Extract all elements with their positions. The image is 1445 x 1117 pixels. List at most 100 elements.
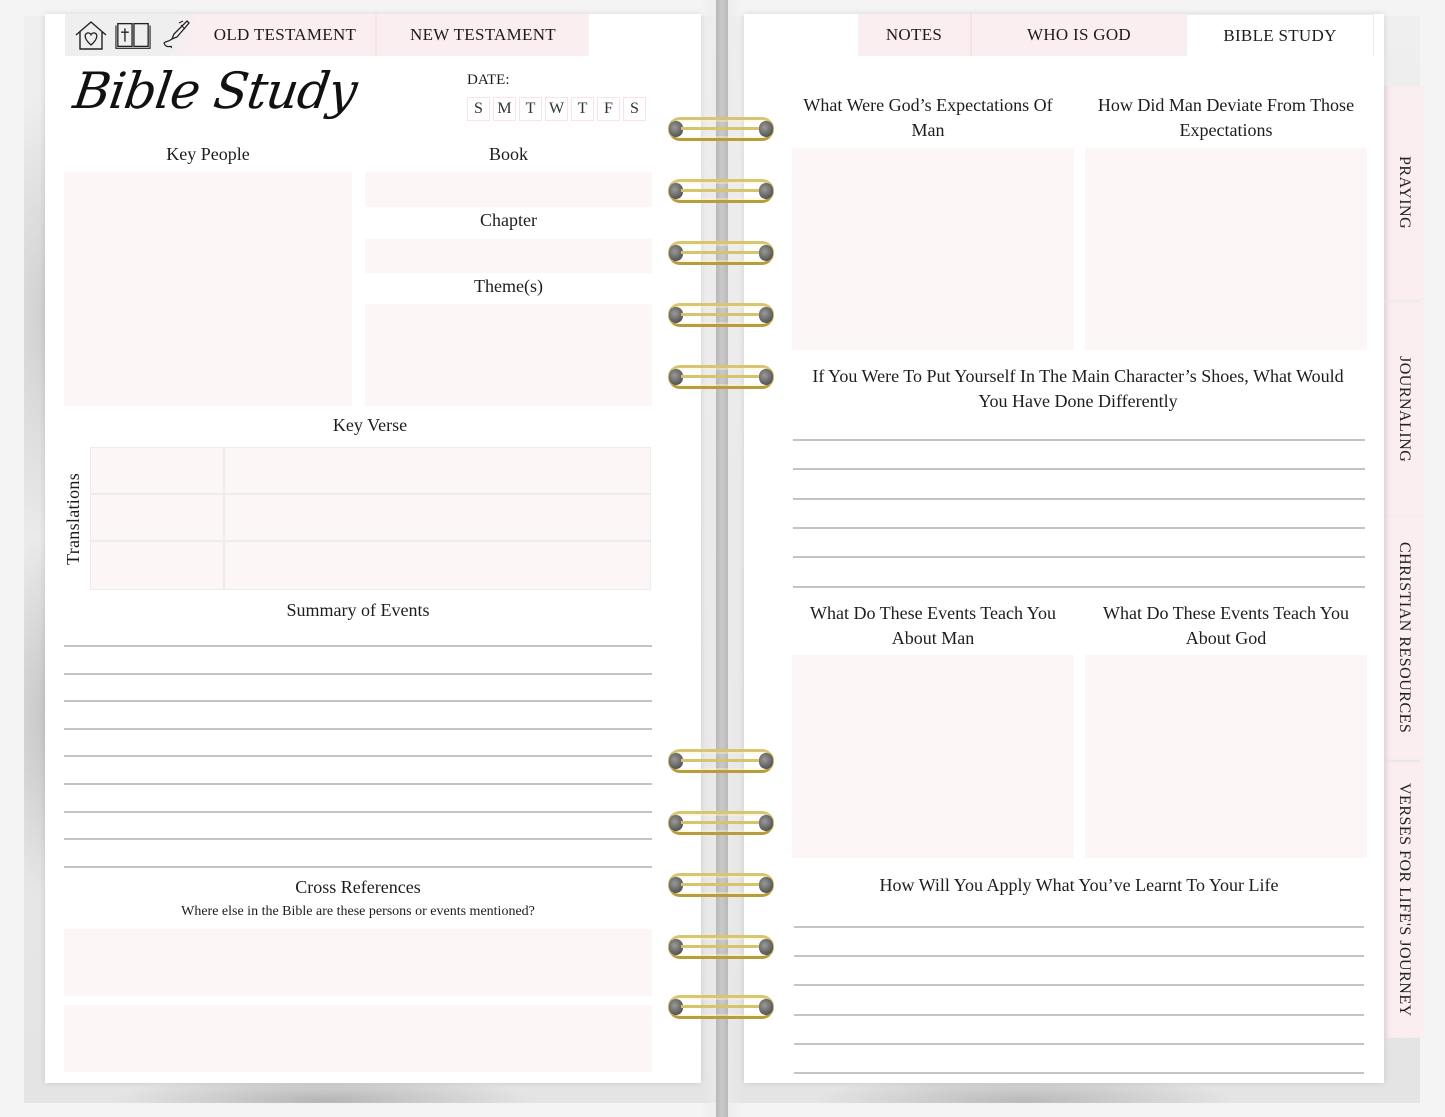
summary-writing-line[interactable] (64, 727, 652, 730)
pen-icon[interactable] (157, 18, 193, 52)
side-tab-verses-for-lifes-journey[interactable]: VERSES FOR LIFE'S JOURNEY (1384, 762, 1424, 1038)
apply-to-life-writing-line[interactable] (794, 1042, 1364, 1045)
top-nav-left: OLD TESTAMENT NEW TESTAMENT (65, 14, 589, 56)
tab-new-testament[interactable]: NEW TESTAMENT (375, 14, 589, 56)
translation-name-cell[interactable] (91, 448, 225, 495)
top-nav-right: NOTES WHO IS GOD BIBLE STUDY (858, 14, 1374, 56)
side-tab-label: JOURNALING (1396, 355, 1413, 463)
translation-verse-cell[interactable] (225, 448, 650, 495)
key-verse-label: Key Verse (332, 415, 408, 435)
main-character-writing-line[interactable] (793, 526, 1365, 529)
teach-about-man-field[interactable] (792, 655, 1074, 858)
spiral-ring (668, 241, 774, 265)
side-tab-label: CHRISTIAN RESOURCES (1396, 542, 1413, 734)
apply-to-life-writing-line[interactable] (794, 1013, 1364, 1016)
day-thursday[interactable]: T (571, 97, 594, 121)
apply-to-life-writing-line[interactable] (794, 1072, 1364, 1074)
day-saturday[interactable]: S (623, 97, 646, 121)
man-deviation-field[interactable] (1085, 148, 1367, 350)
main-character-writing-line[interactable] (793, 468, 1365, 471)
main-character-writing-line[interactable] (793, 439, 1365, 441)
main-character-writing-line[interactable] (793, 585, 1365, 588)
apply-to-life-writing-line[interactable] (794, 926, 1364, 928)
cross-references-subtitle: Where else in the Bible are these person… (181, 904, 535, 919)
main-character-writing-line[interactable] (793, 556, 1365, 559)
cross-references-label: Cross References (295, 877, 421, 897)
translation-name-cell[interactable] (91, 542, 225, 589)
main-character-writing-line[interactable] (793, 497, 1365, 500)
home-heart-icon[interactable] (73, 18, 109, 52)
side-tab-label: PRAYING (1396, 156, 1413, 230)
spiral-ring-wire (681, 821, 761, 824)
apply-to-life-writing-line[interactable] (794, 955, 1364, 958)
page-title: Bible Study (69, 62, 361, 120)
tab-who-is-god[interactable]: WHO IS GOD (970, 14, 1186, 56)
weekday-selector: S M T W T F S (467, 97, 646, 121)
summary-writing-line[interactable] (64, 645, 652, 647)
apply-to-life-label: How Will You Apply What You’ve Learnt To… (879, 875, 1279, 895)
man-deviation-label: How Did Man Deviate From Those Expectati… (1097, 95, 1355, 140)
apply-to-life-writing-line[interactable] (794, 984, 1364, 987)
day-friday[interactable]: F (597, 97, 620, 121)
spiral-ring-wire (681, 1005, 761, 1008)
spiral-ring-wire (681, 313, 761, 316)
day-wednesday[interactable]: W (545, 97, 568, 121)
translations-label-wrap: Translations (60, 447, 86, 590)
spiral-ring-wire (681, 759, 761, 762)
spiral-ring (668, 365, 774, 389)
chapter-label: Chapter (480, 210, 537, 230)
chapter-field[interactable] (365, 239, 652, 273)
translation-verse-cell[interactable] (225, 542, 650, 589)
side-tab-journaling[interactable]: JOURNALING (1384, 302, 1424, 516)
gods-expectations-label: What Were God’s Expectations Of Man (803, 95, 1053, 140)
teach-about-god-label: What Do These Events Teach You About God (1102, 603, 1350, 648)
tab-notes[interactable]: NOTES (858, 14, 970, 56)
key-people-label: Key People (166, 144, 250, 164)
day-tuesday[interactable]: T (519, 97, 542, 121)
spiral-ring (668, 749, 774, 773)
spiral-ring (668, 935, 774, 959)
summary-writing-line[interactable] (64, 783, 652, 785)
date-label: DATE: (467, 72, 510, 88)
day-sunday[interactable]: S (467, 97, 490, 121)
tab-old-testament[interactable]: OLD TESTAMENT (195, 14, 375, 56)
gods-expectations-field[interactable] (792, 148, 1074, 350)
spiral-ring-wire (681, 189, 761, 192)
summary-label: Summary of Events (286, 600, 430, 620)
themes-field[interactable] (365, 304, 652, 406)
book-label: Book (488, 144, 528, 164)
spiral-ring-wire (681, 883, 761, 886)
spiral-ring-wire (681, 251, 761, 254)
teach-about-man-label: What Do These Events Teach You About Man (809, 603, 1057, 648)
spiral-ring (668, 995, 774, 1019)
themes-label: Theme(s) (474, 276, 543, 296)
summary-writing-line[interactable] (64, 810, 652, 813)
translations-table (90, 447, 651, 590)
translation-name-cell[interactable] (91, 495, 225, 542)
book-field[interactable] (365, 172, 652, 207)
side-tab-christian-resources[interactable]: CHRISTIAN RESOURCES (1384, 516, 1424, 760)
summary-writing-line[interactable] (64, 755, 652, 758)
spiral-ring-wire (681, 127, 761, 130)
cross-reference-field-2[interactable] (64, 1005, 652, 1072)
summary-writing-line[interactable] (64, 672, 652, 675)
summary-writing-line[interactable] (64, 865, 652, 868)
spiral-ring-wire (681, 945, 761, 948)
tab-bible-study[interactable]: BIBLE STUDY (1186, 14, 1374, 56)
nav-icon-group (65, 14, 195, 56)
teach-about-god-field[interactable] (1085, 655, 1367, 858)
day-monday[interactable]: M (493, 97, 516, 121)
bible-icon[interactable] (115, 18, 151, 52)
spiral-ring (668, 179, 774, 203)
side-tab-praying[interactable]: PRAYING (1384, 86, 1424, 300)
translation-verse-cell[interactable] (225, 495, 650, 542)
summary-writing-line[interactable] (64, 700, 652, 703)
spiral-ring (668, 811, 774, 835)
translations-label: Translations (62, 472, 83, 565)
main-character-label: If You Were To Put Yourself In The Main … (812, 366, 1344, 411)
cross-reference-field-1[interactable] (64, 929, 652, 996)
spiral-ring (668, 117, 774, 141)
key-people-field[interactable] (64, 172, 352, 406)
spiral-ring (668, 303, 774, 327)
summary-writing-line[interactable] (64, 838, 652, 841)
